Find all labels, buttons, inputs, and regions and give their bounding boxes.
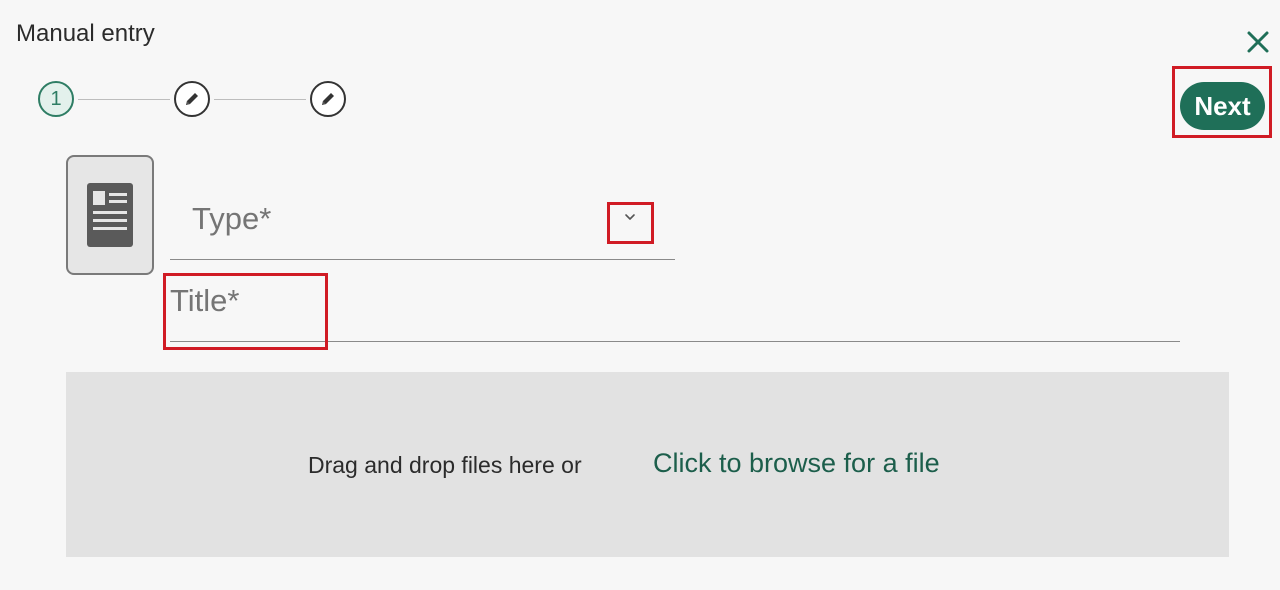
dropzone-text: Drag and drop files here or	[308, 452, 582, 478]
file-dropzone[interactable]	[66, 372, 1229, 557]
step-3[interactable]	[310, 81, 346, 117]
step-2[interactable]	[174, 81, 210, 117]
close-icon[interactable]	[1244, 28, 1272, 56]
document-type-tile[interactable]	[66, 155, 154, 275]
stepper: 1	[38, 78, 350, 120]
document-icon	[87, 183, 133, 247]
browse-file-link[interactable]: Click to browse for a file	[653, 448, 940, 479]
dialog-title: Manual entry	[16, 20, 155, 47]
pencil-icon	[322, 93, 334, 105]
chevron-highlight	[607, 202, 654, 244]
next-button[interactable]: Next	[1180, 82, 1265, 130]
type-label: Type*	[192, 201, 272, 236]
title-highlight	[163, 273, 328, 350]
step-1-label: 1	[50, 87, 62, 110]
pencil-icon	[186, 93, 198, 105]
step-connector	[214, 99, 306, 100]
step-connector	[78, 99, 170, 100]
step-1[interactable]: 1	[38, 81, 74, 117]
close-button[interactable]	[1244, 28, 1272, 56]
